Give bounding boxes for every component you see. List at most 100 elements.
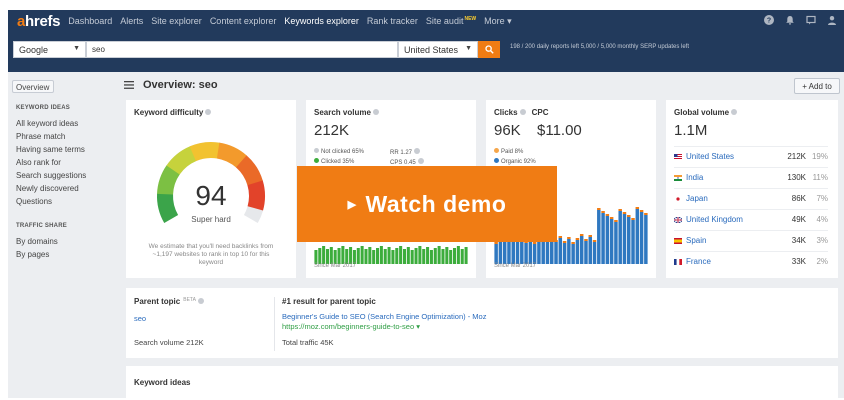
volume-since: Since Mar 2017 [314,263,357,269]
volume-bar [376,248,380,264]
clicks-bar-organic [622,214,627,264]
sidebar-overview[interactable]: Overview [12,80,54,93]
clicks-bar-paid [597,208,601,210]
country-row-japan[interactable]: Japan 86K 7% [674,188,828,209]
info-icon[interactable] [205,109,212,115]
volume-bar [433,248,437,264]
clicks-bar-paid [609,217,614,219]
menu-icon[interactable] [124,81,134,89]
nav-site-explorer[interactable]: Site explorer [151,16,202,26]
chat-icon[interactable] [805,14,817,26]
country-row-us[interactable]: United States 212K 19% [674,146,828,167]
clicks-bar-organic [601,213,605,264]
clicks-bar-paid [592,240,597,242]
top-icons: ? [763,14,838,26]
nav-rank-tracker[interactable]: Rank tracker [367,16,418,26]
india-flag-icon [674,175,682,181]
search-bar: Google ▼ seo United States ▼ 198 / 200 dai… [8,32,844,72]
volume-bar [349,247,353,264]
sidebar-item-questions[interactable]: Questions [16,197,52,206]
volume-cps: CPS 0.45 [390,158,424,166]
nav-keywords-explorer[interactable]: Keywords explorer [284,16,359,26]
info-icon[interactable] [731,109,738,115]
volume-bar [402,249,406,264]
watch-demo-button[interactable]: ▶ Watch demo [297,166,557,242]
main-header: Overview: seo + Add to [120,72,844,98]
ahrefs-logo[interactable]: ahrefs [17,13,61,30]
parent-search-volume: Search volume 212K [134,338,204,347]
volume-value: 212K [314,122,350,139]
bell-icon[interactable] [784,14,796,26]
volume-bar [456,246,460,264]
nav-alerts[interactable]: Alerts [120,16,143,26]
parent-topic-link[interactable]: seo [134,314,146,323]
new-badge: NEW [464,16,477,22]
clicks-bar-paid [614,220,618,222]
clicks-bar-paid [588,235,592,237]
report-limits: 198 / 200 daily reports left 5,000 / 5,0… [510,44,690,50]
volume-bar [333,250,337,264]
nav-site-audit[interactable]: Site auditNEW [426,16,476,26]
country-row-uk[interactable]: United Kingdom 49K 4% [674,209,828,230]
clicks-bar-organic [605,216,610,264]
search-button[interactable] [478,41,500,58]
sidebar-item-all-keyword-ideas[interactable]: All keyword ideas [16,119,78,128]
parent-topic-title: Parent topic BETA [134,297,204,306]
info-icon[interactable] [519,109,526,115]
sidebar-heading-keyword-ideas: KEYWORD IDEAS [16,105,70,111]
info-icon[interactable] [417,158,424,164]
clicks-bar-organic [554,242,558,264]
volume-bar [460,249,464,264]
legend-dot [314,158,319,163]
info-icon[interactable] [414,148,421,154]
sidebar-item-search-suggestions[interactable]: Search suggestions [16,171,86,180]
clicks-bar-organic [618,211,622,264]
volume-history-chart [314,246,468,264]
sidebar-item-by-domains[interactable]: By domains [16,237,58,246]
country-row-spain[interactable]: Spain 34K 3% [674,230,828,251]
info-icon[interactable] [197,298,204,304]
volume-title: Search volume [314,108,379,117]
sidebar-item-newly-discovered[interactable]: Newly discovered [16,184,79,193]
sidebar-item-having-same-terms[interactable]: Having same terms [16,145,85,154]
add-to-button[interactable]: + Add to [794,78,840,94]
nav-content-explorer[interactable]: Content explorer [210,16,277,26]
sidebar-item-phrase-match[interactable]: Phrase match [16,132,65,141]
volume-bar [345,249,349,264]
spain-flag-icon [674,238,682,244]
chevron-down-icon: ▼ [73,45,80,52]
sidebar-item-also-rank-for[interactable]: Also rank for [16,158,61,167]
chevron-down-icon: ▼ [465,45,472,52]
sidebar-item-by-pages[interactable]: By pages [16,250,49,259]
global-volume-card: Global volume 1.1M United States 212K 19… [666,100,838,278]
top-result-title-link[interactable]: Beginner's Guide to SEO (Search Engine O… [282,312,486,321]
user-icon[interactable] [826,14,838,26]
kd-value: 94 [195,180,227,211]
country-select[interactable]: United States ▼ [398,41,478,58]
volume-bar [314,250,318,264]
top-nav: ahrefs Dashboard Alerts Site explorer Co… [8,10,844,32]
clicks-bar-organic [494,244,498,264]
search-engine-select[interactable]: Google ▼ [13,41,86,58]
nav-more[interactable]: More ▾ [484,16,512,27]
keyword-input[interactable]: seo [86,41,398,58]
nav-dashboard[interactable]: Dashboard [68,16,112,26]
country-row-france[interactable]: France 33K 2% [674,251,828,272]
volume-bar [379,246,383,264]
volume-bar [426,247,430,264]
clicks-bar-paid [575,238,580,240]
info-icon[interactable] [372,109,379,115]
svg-text:?: ? [767,18,771,25]
clicks-bar-paid [622,212,627,214]
clicks-bar-organic [562,243,567,264]
volume-bar [337,248,341,264]
clicks-bar-paid [639,210,644,212]
kd-label: Super hard [191,215,231,224]
volume-bar [429,250,433,264]
clicks-bar-organic [558,238,563,264]
help-icon[interactable]: ? [763,14,775,26]
volume-bar [391,250,395,264]
top-result-url[interactable]: https://moz.com/beginners-guide-to-seo ▾ [282,322,420,331]
country-row-india[interactable]: India 130K 11% [674,167,828,188]
clicks-bar-organic [579,236,584,264]
